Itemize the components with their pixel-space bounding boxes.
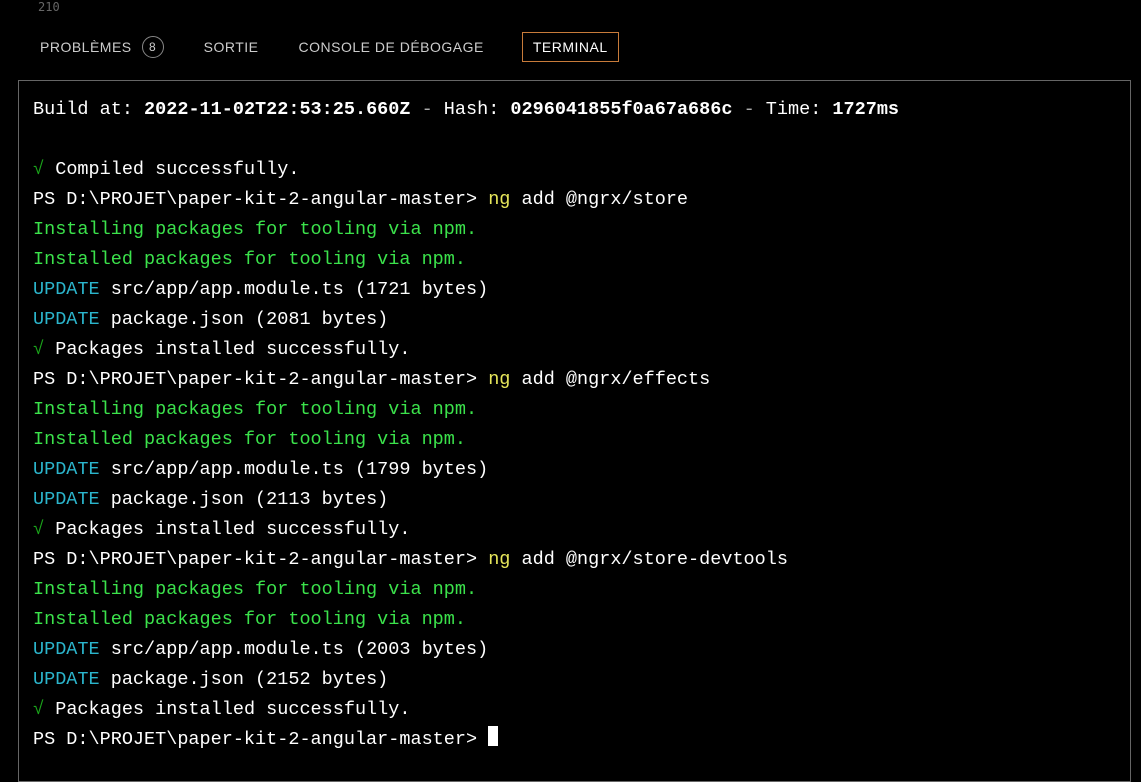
update-kw-2b: UPDATE — [33, 489, 100, 510]
update-kw-3b: UPDATE — [33, 669, 100, 690]
cursor-icon — [488, 726, 498, 746]
pkg-ok-3: Packages installed successfully. — [44, 699, 410, 720]
update-kw-1a: UPDATE — [33, 279, 100, 300]
installed-1: Installed packages for tooling via npm. — [33, 249, 466, 270]
terminal-output[interactable]: Build at: 2022-11-02T22:53:25.660Z - Has… — [33, 95, 1116, 755]
update-3b: package.json (2152 bytes) — [100, 669, 389, 690]
pkg-ok-2: Packages installed successfully. — [44, 519, 410, 540]
time-label: Time: — [766, 99, 833, 120]
check-icon-1: √ — [33, 339, 44, 360]
installed-3: Installed packages for tooling via npm. — [33, 609, 466, 630]
hash-label: Hash: — [444, 99, 511, 120]
prompt-1: PS D:\PROJET\paper-kit-2-angular-master> — [33, 189, 488, 210]
terminal-panel[interactable]: Build at: 2022-11-02T22:53:25.660Z - Has… — [18, 80, 1131, 782]
installed-2: Installed packages for tooling via npm. — [33, 429, 466, 450]
cmd-1-args: add @ngrx/store — [510, 189, 688, 210]
check-icon: √ — [33, 159, 44, 180]
update-2b: package.json (2113 bytes) — [100, 489, 389, 510]
prompt-4: PS D:\PROJET\paper-kit-2-angular-master> — [33, 729, 488, 750]
installing-1: Installing packages for tooling via npm. — [33, 219, 477, 240]
installing-2: Installing packages for tooling via npm. — [33, 399, 477, 420]
check-icon-3: √ — [33, 699, 44, 720]
installing-3: Installing packages for tooling via npm. — [33, 579, 477, 600]
hash-value: 0296041855f0a67a686c — [510, 99, 732, 120]
tab-terminal-label: TERMINAL — [533, 39, 608, 55]
panel-tabs: PROBLÈMES 8 SORTIE CONSOLE DE DÉBOGAGE T… — [18, 14, 1141, 76]
update-1a: src/app/app.module.ts (1721 bytes) — [100, 279, 489, 300]
cmd-2-args: add @ngrx/effects — [510, 369, 710, 390]
tab-terminal[interactable]: TERMINAL — [522, 32, 619, 62]
ng-cmd-2: ng — [488, 369, 510, 390]
pkg-ok-1: Packages installed successfully. — [44, 339, 410, 360]
editor-line-number: 210 — [18, 0, 1141, 14]
sep2: - — [732, 99, 765, 120]
tab-output-label: SORTIE — [204, 39, 259, 55]
tab-debug-console-label: CONSOLE DE DÉBOGAGE — [299, 39, 484, 55]
ng-cmd-3: ng — [488, 549, 510, 570]
sep1: - — [410, 99, 443, 120]
tab-output[interactable]: SORTIE — [202, 35, 261, 59]
prompt-3: PS D:\PROJET\paper-kit-2-angular-master> — [33, 549, 488, 570]
update-kw-1b: UPDATE — [33, 309, 100, 330]
update-3a: src/app/app.module.ts (2003 bytes) — [100, 639, 489, 660]
tab-debug-console[interactable]: CONSOLE DE DÉBOGAGE — [297, 35, 486, 59]
check-icon-2: √ — [33, 519, 44, 540]
tab-problems[interactable]: PROBLÈMES 8 — [38, 32, 166, 62]
update-kw-3a: UPDATE — [33, 639, 100, 660]
update-2a: src/app/app.module.ts (1799 bytes) — [100, 459, 489, 480]
compiled-msg: Compiled successfully. — [44, 159, 299, 180]
ng-cmd-1: ng — [488, 189, 510, 210]
update-1b: package.json (2081 bytes) — [100, 309, 389, 330]
build-prefix: Build at: — [33, 99, 144, 120]
problems-count-badge: 8 — [142, 36, 164, 58]
time-value: 1727ms — [832, 99, 899, 120]
tab-problems-label: PROBLÈMES — [40, 39, 132, 55]
cmd-3-args: add @ngrx/store-devtools — [510, 549, 788, 570]
prompt-2: PS D:\PROJET\paper-kit-2-angular-master> — [33, 369, 488, 390]
build-timestamp: 2022-11-02T22:53:25.660Z — [144, 99, 410, 120]
update-kw-2a: UPDATE — [33, 459, 100, 480]
